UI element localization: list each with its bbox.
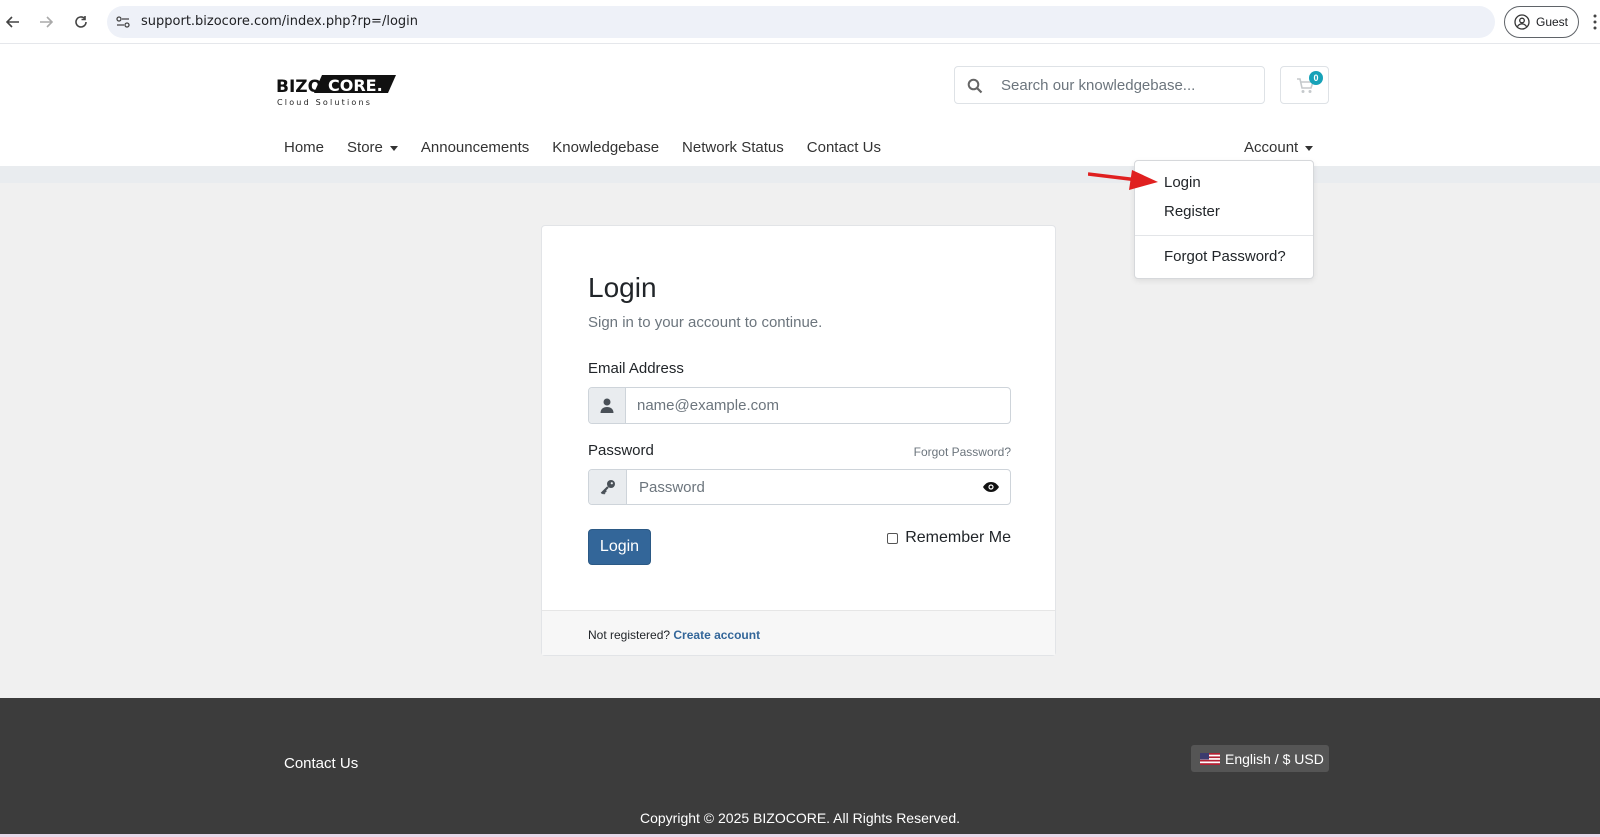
account-dropdown: Login Register Forgot Password? bbox=[1134, 160, 1314, 279]
not-registered-text: Not registered? Create account bbox=[588, 628, 760, 642]
email-label: Email Address bbox=[588, 360, 684, 377]
site-info-icon[interactable] bbox=[115, 14, 131, 30]
back-icon[interactable] bbox=[3, 12, 23, 32]
remember-me[interactable]: Remember Me bbox=[887, 529, 1011, 547]
login-card: Login Sign in to your account to continu… bbox=[541, 225, 1056, 656]
password-field[interactable] bbox=[639, 470, 969, 504]
search-icon bbox=[967, 78, 983, 94]
nav-home[interactable]: Home bbox=[284, 139, 324, 156]
bizocore-logo[interactable]: BIZO CORE. Cloud Solutions bbox=[276, 72, 401, 112]
logo-tagline: Cloud Solutions bbox=[277, 98, 372, 107]
user-icon bbox=[589, 388, 626, 423]
knowledgebase-search[interactable] bbox=[954, 66, 1265, 104]
chevron-down-icon bbox=[389, 145, 398, 151]
annotation-arrow-icon bbox=[1088, 170, 1158, 190]
site-footer: Contact Us English / $ USD Copyright © 2… bbox=[0, 698, 1600, 834]
main-nav: Home Store Announcements Knowledgebase N… bbox=[284, 134, 904, 160]
card-footer: Not registered? Create account bbox=[542, 610, 1055, 655]
remember-me-label: Remember Me bbox=[905, 529, 1011, 546]
dropdown-divider bbox=[1135, 235, 1313, 236]
language-currency-button[interactable]: English / $ USD bbox=[1191, 745, 1329, 772]
email-input-group bbox=[588, 387, 1011, 424]
key-icon bbox=[589, 470, 627, 504]
forward-icon[interactable] bbox=[36, 12, 56, 32]
cart-count-badge: 0 bbox=[1309, 71, 1323, 85]
page-title: Login bbox=[588, 272, 657, 303]
remember-me-checkbox[interactable] bbox=[887, 532, 899, 544]
nav-announcements[interactable]: Announcements bbox=[421, 139, 529, 156]
address-bar[interactable]: support.bizocore.com/index.php?rp=/login bbox=[107, 6, 1495, 38]
forgot-password-link[interactable]: Forgot Password? bbox=[914, 445, 1011, 459]
chevron-down-icon bbox=[1305, 145, 1314, 151]
profile-label: Guest bbox=[1536, 15, 1569, 29]
nav-account[interactable]: Account bbox=[1244, 134, 1314, 160]
password-input-group bbox=[588, 469, 1011, 505]
create-account-link[interactable]: Create account bbox=[673, 628, 760, 642]
us-flag-icon bbox=[1200, 752, 1220, 765]
language-currency-label: English / $ USD bbox=[1225, 750, 1324, 767]
nav-network-status[interactable]: Network Status bbox=[682, 139, 784, 156]
reload-icon[interactable] bbox=[71, 12, 91, 32]
site-header: BIZO CORE. Cloud Solutions 0 Home Store … bbox=[0, 44, 1600, 166]
url-text: support.bizocore.com/index.php?rp=/login bbox=[141, 14, 418, 29]
copyright-text: Copyright © 2025 BIZOCORE. All Rights Re… bbox=[640, 810, 960, 826]
footer-contact-us[interactable]: Contact Us bbox=[284, 755, 358, 772]
logo-text-core: CORE. bbox=[328, 76, 383, 95]
eye-icon[interactable] bbox=[982, 479, 1000, 495]
profile-icon bbox=[1514, 14, 1530, 30]
nav-knowledgebase[interactable]: Knowledgebase bbox=[552, 139, 659, 156]
search-input[interactable] bbox=[1001, 68, 1259, 102]
nav-store-label: Store bbox=[347, 138, 383, 156]
nav-store[interactable]: Store bbox=[347, 139, 398, 156]
profile-button[interactable]: Guest bbox=[1504, 6, 1579, 38]
browser-toolbar: support.bizocore.com/index.php?rp=/login… bbox=[0, 0, 1600, 44]
cart-button[interactable]: 0 bbox=[1280, 66, 1329, 104]
browser-menu-icon[interactable] bbox=[1593, 14, 1597, 30]
dropdown-item-forgot-password[interactable]: Forgot Password? bbox=[1164, 248, 1286, 265]
dropdown-item-register[interactable]: Register bbox=[1164, 203, 1220, 220]
logo-text-biz: BIZO bbox=[276, 77, 322, 97]
password-label: Password bbox=[588, 442, 654, 459]
nav-contact-us[interactable]: Contact Us bbox=[807, 139, 881, 156]
email-field[interactable] bbox=[637, 388, 967, 423]
login-button[interactable]: Login bbox=[588, 529, 651, 565]
nav-account-label: Account bbox=[1244, 138, 1299, 156]
not-registered-label: Not registered? bbox=[588, 628, 671, 642]
dropdown-item-login[interactable]: Login bbox=[1164, 174, 1201, 191]
breadcrumb-bar bbox=[0, 166, 1600, 183]
page-subtitle: Sign in to your account to continue. bbox=[588, 314, 823, 331]
